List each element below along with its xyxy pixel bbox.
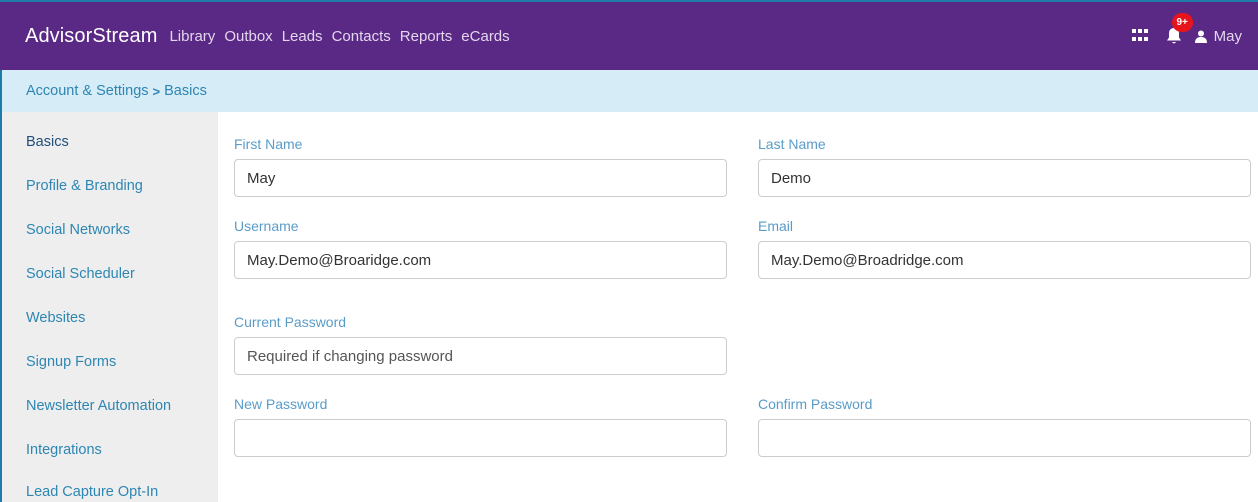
nav-reports[interactable]: Reports bbox=[400, 28, 453, 45]
breadcrumb: Account & Settings > Basics bbox=[0, 70, 1258, 112]
confirm-password-label: Confirm Password bbox=[758, 396, 873, 412]
last-name-field[interactable] bbox=[758, 159, 1251, 197]
nav-library[interactable]: Library bbox=[169, 28, 215, 45]
sidebar-item-profile-branding[interactable]: Profile & Branding bbox=[26, 178, 143, 194]
first-name-field[interactable] bbox=[234, 159, 727, 197]
settings-sidebar: Basics Profile & Branding Social Network… bbox=[0, 112, 218, 502]
user-menu[interactable]: May bbox=[1194, 27, 1242, 45]
breadcrumb-separator: > bbox=[152, 83, 161, 99]
notification-badge: 9+ bbox=[1171, 13, 1193, 32]
nav-leads[interactable]: Leads bbox=[282, 28, 323, 45]
top-nav-bar: AdvisorStream Library Outbox Leads Conta… bbox=[0, 0, 1258, 70]
sidebar-item-basics[interactable]: Basics bbox=[26, 134, 69, 150]
main-nav: Library Outbox Leads Contacts Reports eC… bbox=[169, 28, 518, 45]
username-label: Username bbox=[234, 218, 299, 234]
breadcrumb-account-settings[interactable]: Account & Settings bbox=[26, 83, 149, 99]
last-name-label: Last Name bbox=[758, 136, 826, 152]
nav-ecards[interactable]: eCards bbox=[461, 28, 509, 45]
email-label: Email bbox=[758, 218, 794, 234]
sidebar-item-signup-forms[interactable]: Signup Forms bbox=[26, 354, 116, 370]
email-field[interactable] bbox=[758, 241, 1251, 279]
grid-icon[interactable] bbox=[1131, 29, 1148, 43]
sidebar-item-integrations[interactable]: Integrations bbox=[26, 442, 102, 458]
confirm-password-field[interactable] bbox=[758, 419, 1251, 457]
current-password-field[interactable] bbox=[234, 337, 727, 375]
sidebar-item-newsletter-automation[interactable]: Newsletter Automation bbox=[26, 398, 171, 414]
notifications-button[interactable]: 9+ bbox=[1166, 13, 1193, 45]
sidebar-item-social-scheduler[interactable]: Social Scheduler bbox=[26, 266, 135, 282]
new-password-field[interactable] bbox=[234, 419, 727, 457]
first-name-label: First Name bbox=[234, 136, 303, 152]
header-actions: 9+ May bbox=[1131, 2, 1242, 70]
nav-outbox[interactable]: Outbox bbox=[224, 28, 272, 45]
sidebar-item-social-networks[interactable]: Social Networks bbox=[26, 222, 130, 238]
sidebar-item-lead-capture-opt-in[interactable]: Lead Capture Opt-In bbox=[26, 484, 158, 500]
username-field[interactable] bbox=[234, 241, 727, 279]
user-name: May bbox=[1213, 27, 1242, 45]
sidebar-item-websites[interactable]: Websites bbox=[26, 310, 85, 326]
user-icon bbox=[1194, 30, 1207, 43]
basics-form: First Name Last Name Username Email Curr… bbox=[218, 112, 1258, 502]
new-password-label: New Password bbox=[234, 396, 328, 412]
current-password-label: Current Password bbox=[234, 314, 347, 330]
breadcrumb-current: Basics bbox=[164, 83, 207, 99]
brand-logo[interactable]: AdvisorStream bbox=[25, 25, 157, 48]
nav-contacts[interactable]: Contacts bbox=[332, 28, 391, 45]
